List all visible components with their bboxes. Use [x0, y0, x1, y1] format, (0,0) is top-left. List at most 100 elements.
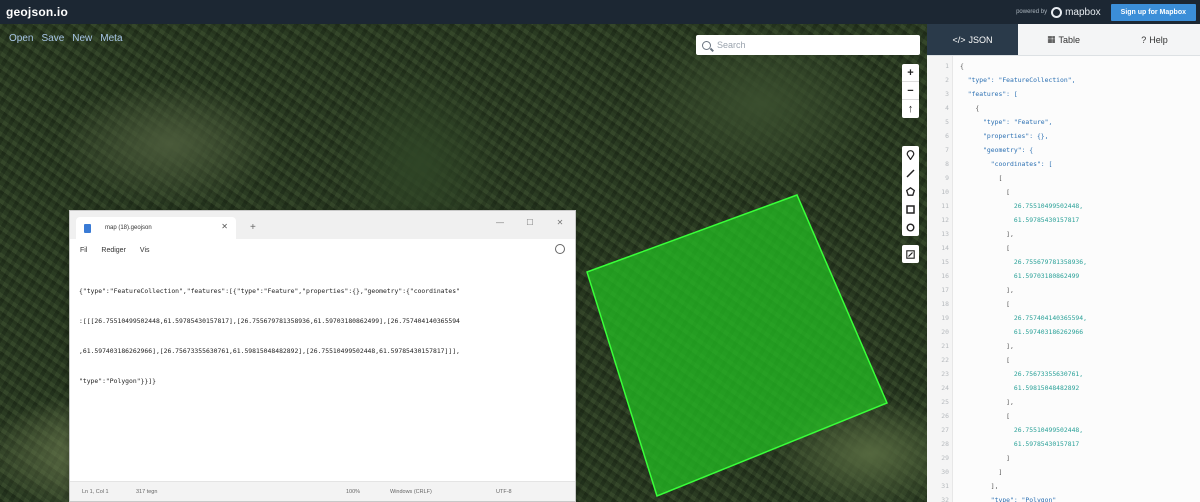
line-number: 11: [941, 202, 949, 210]
rectangle-icon[interactable]: [902, 200, 919, 218]
code-text: 26.755679781358936,: [960, 258, 1087, 266]
code-line: 7 "geometry": {: [927, 144, 1200, 156]
code-text: "geometry": {: [960, 146, 1034, 154]
edit-icon[interactable]: [902, 245, 919, 263]
notepad-titlebar[interactable]: map (18).geojson ✕ + — ☐ ✕: [70, 211, 575, 239]
code-text: ],: [960, 482, 999, 490]
json-editor[interactable]: 1{2 "type": "FeatureCollection", 3 "featu…: [927, 56, 1200, 502]
search-icon: [702, 40, 711, 50]
code-text: 61.59815048482892: [960, 384, 1080, 392]
zoom-in-button[interactable]: +: [902, 64, 919, 82]
notepad-line: "type":"Polygon"}}]}: [79, 377, 156, 385]
line-number: 6: [945, 132, 949, 140]
menu-save[interactable]: Save: [41, 33, 64, 44]
zoom-out-button[interactable]: −: [902, 82, 919, 100]
line-number: 30: [941, 468, 949, 476]
code-text: ]: [960, 454, 1011, 462]
code-text: ],: [960, 286, 1014, 294]
code-text: [: [960, 174, 1003, 182]
code-text: "properties": {},: [960, 132, 1049, 140]
line-number: 16: [941, 272, 949, 280]
mapbox-logo[interactable]: mapbox: [1051, 6, 1101, 18]
menu-new[interactable]: New: [72, 33, 92, 44]
line-icon[interactable]: [902, 164, 919, 182]
line-number: 32: [941, 496, 949, 502]
code-text: ]: [960, 468, 1003, 476]
line-number: 9: [945, 174, 949, 182]
code-line: 24 61.59815048482892: [927, 382, 1200, 394]
code-line: 21 ],: [927, 340, 1200, 352]
notepad-window[interactable]: map (18).geojson ✕ + — ☐ ✕ Fil Rediger V…: [69, 210, 576, 502]
code-line: 11 26.75510499502448,: [927, 200, 1200, 212]
code-line: 6 "properties": {},: [927, 130, 1200, 142]
map-canvas[interactable]: Open Save New Meta + − ↑: [0, 24, 927, 502]
notepad-text-area[interactable]: {"type":"FeatureCollection","features":[…: [79, 266, 571, 466]
code-text: "features": [: [960, 90, 1018, 98]
code-line: 9 [: [927, 172, 1200, 184]
help-icon: ?: [1141, 34, 1147, 45]
line-number: 18: [941, 300, 949, 308]
close-icon[interactable]: ✕: [545, 211, 575, 233]
line-number: 12: [941, 216, 949, 224]
line-number: 21: [941, 342, 949, 350]
menu-view[interactable]: Vis: [140, 247, 150, 254]
menu-file[interactable]: Fil: [80, 247, 87, 254]
encoding: UTF-8: [496, 489, 512, 495]
line-number: 2: [945, 76, 949, 84]
notepad-line: {"type":"FeatureCollection","features":[…: [79, 287, 460, 295]
line-number: 29: [941, 454, 949, 462]
menu-open[interactable]: Open: [9, 33, 33, 44]
tab-help-label: Help: [1149, 34, 1168, 45]
tab-table-label: Table: [1058, 34, 1081, 45]
code-line: 19 26.757404140365594,: [927, 312, 1200, 324]
topbar-right: powered by mapbox Sign up for Mapbox: [1016, 0, 1200, 24]
compass-button[interactable]: ↑: [902, 100, 919, 118]
code-text: ],: [960, 398, 1014, 406]
notepad-line: ,61.597403186262966],[26.75673355630761,…: [79, 347, 460, 355]
code-text: [: [960, 412, 1011, 420]
notepad-status-bar: Ln 1, Col 1 317 tegn 100% Windows (CRLF)…: [70, 481, 575, 501]
app-title[interactable]: geojson.io: [6, 5, 68, 19]
code-line: 23 26.75673355630761,: [927, 368, 1200, 380]
code-line: 4 {: [927, 102, 1200, 114]
code-text: 26.757404140365594,: [960, 314, 1087, 322]
menu-edit[interactable]: Rediger: [101, 247, 126, 254]
code-line: 8 "coordinates": [: [927, 158, 1200, 170]
line-number: 28: [941, 440, 949, 448]
code-text: 26.75510499502448,: [960, 426, 1084, 434]
notepad-tab[interactable]: map (18).geojson ✕: [76, 217, 236, 239]
tab-json[interactable]: </> JSON: [927, 24, 1018, 55]
line-number: 24: [941, 384, 949, 392]
code-text: ],: [960, 342, 1014, 350]
marker-icon[interactable]: [902, 146, 919, 164]
gear-icon[interactable]: [555, 244, 565, 254]
line-number: 4: [945, 104, 949, 112]
tab-table[interactable]: ▦ Table: [1018, 24, 1109, 55]
circle-icon[interactable]: [902, 218, 919, 236]
code-text: "type": "FeatureCollection",: [960, 76, 1076, 84]
line-number: 3: [945, 90, 949, 98]
menu-meta[interactable]: Meta: [100, 33, 122, 44]
maximize-icon[interactable]: ☐: [515, 211, 545, 233]
polygon-icon[interactable]: [902, 182, 919, 200]
code-line: 15 26.755679781358936,: [927, 256, 1200, 268]
signup-button[interactable]: Sign up for Mapbox: [1110, 3, 1196, 21]
line-number: 5: [945, 118, 949, 126]
code-line: 27 26.75510499502448,: [927, 424, 1200, 436]
code-text: {: [960, 104, 980, 112]
window-controls: — ☐ ✕: [485, 211, 575, 233]
code-line: 25 ],: [927, 396, 1200, 408]
line-number: 13: [941, 230, 949, 238]
close-tab-icon[interactable]: ✕: [221, 222, 228, 231]
search-box[interactable]: [696, 35, 920, 55]
top-bar: geojson.io powered by mapbox Sign up for…: [0, 0, 1200, 24]
new-tab-icon[interactable]: +: [250, 222, 256, 233]
tab-help[interactable]: ? Help: [1109, 24, 1200, 55]
powered-by-label: powered by: [1016, 9, 1048, 15]
code-line: 12 61.59785430157817: [927, 214, 1200, 226]
minimize-icon[interactable]: —: [485, 211, 515, 233]
search-input[interactable]: [717, 40, 897, 50]
code-text: 26.75510499502448,: [960, 202, 1084, 210]
tab-json-label: JSON: [968, 34, 993, 45]
drawn-polygon[interactable]: [586, 194, 888, 498]
